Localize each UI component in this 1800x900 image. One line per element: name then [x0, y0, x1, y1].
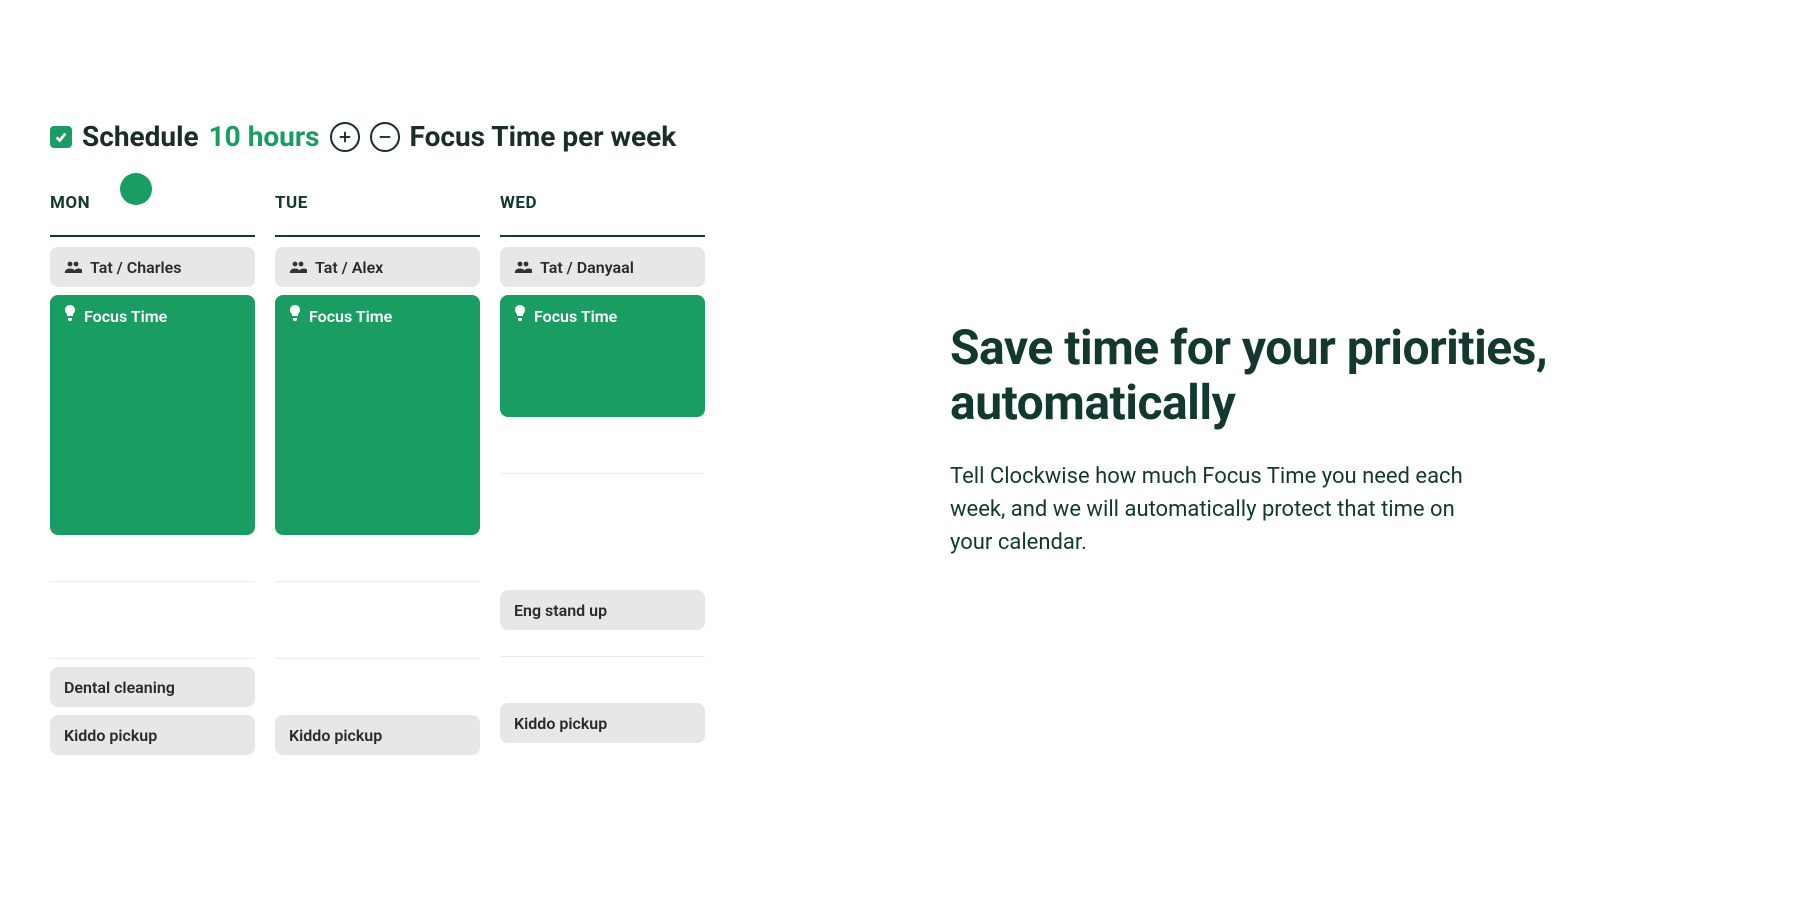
calendar-event[interactable]: Kiddo pickup [50, 715, 255, 755]
day-label: WED [500, 193, 705, 213]
hour-line [500, 473, 705, 474]
focus-time-setting: Schedule 10 hours Focus Time per week [50, 120, 810, 153]
people-icon [289, 258, 307, 277]
day-underline [50, 235, 255, 237]
meeting-label: Tat / Charles [90, 258, 181, 277]
day-column-mon: MON Tat / Charles Focus Time [50, 193, 255, 755]
decrease-hours-button[interactable] [370, 122, 400, 152]
day-underline [275, 235, 480, 237]
meeting-event[interactable]: Tat / Danyaal [500, 247, 705, 287]
calendar-event[interactable]: Dental cleaning [50, 667, 255, 707]
increase-hours-button[interactable] [330, 122, 360, 152]
day-column-tue: TUE Tat / Alex Focus Time [275, 193, 480, 755]
lightbulb-icon [514, 305, 526, 325]
meeting-label: Tat / Danyaal [540, 258, 634, 277]
marketing-body: Tell Clockwise how much Focus Time you n… [950, 460, 1490, 559]
schedule-prefix: Schedule [82, 120, 199, 153]
lightbulb-icon [64, 305, 76, 325]
lightbulb-icon [289, 305, 301, 325]
event-label: Dental cleaning [64, 678, 175, 697]
hour-line [50, 581, 255, 582]
hour-line [275, 658, 480, 659]
focus-time-event[interactable]: Focus Time [500, 295, 705, 417]
schedule-suffix: Focus Time per week [410, 120, 677, 153]
focus-label: Focus Time [309, 307, 392, 326]
meeting-event[interactable]: Tat / Alex [275, 247, 480, 287]
focus-label: Focus Time [84, 307, 167, 326]
day-column-wed: WED Tat / Danyaal Focus Time [500, 193, 705, 755]
event-label: Kiddo pickup [64, 726, 157, 745]
people-icon [64, 258, 82, 277]
meeting-event[interactable]: Tat / Charles [50, 247, 255, 287]
calendar-event[interactable]: Kiddo pickup [500, 703, 705, 743]
day-label: MON [50, 193, 255, 213]
marketing-headline: Save time for your priorities, automatic… [950, 320, 1740, 430]
day-label: TUE [275, 193, 480, 213]
day-underline [500, 235, 705, 237]
hour-line [500, 656, 705, 657]
schedule-checkbox[interactable] [50, 126, 72, 148]
hour-line [275, 581, 480, 582]
calendar-event[interactable]: Kiddo pickup [275, 715, 480, 755]
focus-time-event[interactable]: Focus Time [50, 295, 255, 535]
event-label: Eng stand up [514, 601, 607, 620]
focus-label: Focus Time [534, 307, 617, 326]
week-calendar: MON Tat / Charles Focus Time [50, 193, 810, 755]
current-day-indicator [120, 173, 152, 205]
hour-line [50, 658, 255, 659]
meeting-label: Tat / Alex [315, 258, 383, 277]
people-icon [514, 258, 532, 277]
event-label: Kiddo pickup [514, 714, 607, 733]
hours-value: 10 hours [209, 120, 320, 153]
calendar-event[interactable]: Eng stand up [500, 590, 705, 630]
focus-time-event[interactable]: Focus Time [275, 295, 480, 535]
event-label: Kiddo pickup [289, 726, 382, 745]
